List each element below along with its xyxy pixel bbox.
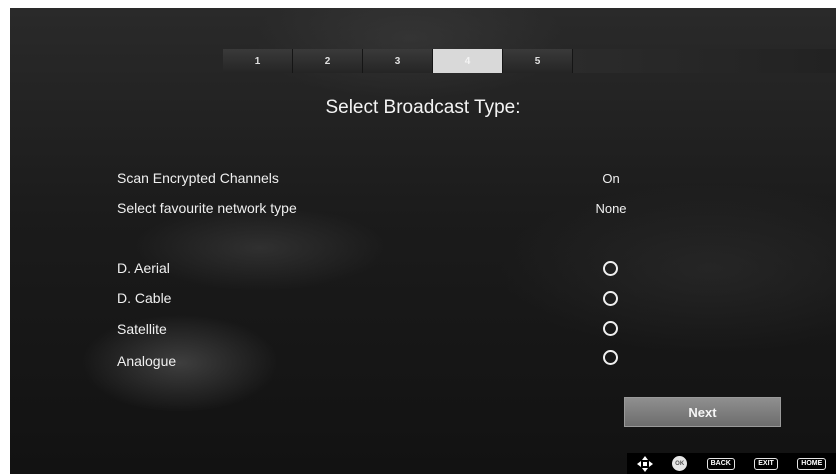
broadcast-option-aerial-label[interactable]: D. Aerial: [117, 260, 170, 276]
dpad-icon: [636, 455, 653, 472]
scan-encrypted-label[interactable]: Scan Encrypted Channels: [117, 170, 279, 186]
page-title: Select Broadcast Type:: [325, 97, 521, 118]
step-4-active: 4: [433, 49, 503, 73]
ok-icon: OK: [672, 456, 688, 471]
broadcast-option-satellite-radio[interactable]: [603, 321, 618, 336]
step-1: 1: [223, 49, 293, 73]
broadcast-option-analogue-radio[interactable]: [603, 350, 618, 365]
home-key-hint: HOME: [797, 457, 827, 470]
remote-hint-bar: OK BACK EXIT HOME: [627, 453, 836, 474]
broadcast-option-cable-radio[interactable]: [603, 291, 618, 306]
broadcast-option-analogue-label[interactable]: Analogue: [117, 353, 176, 369]
scan-encrypted-value[interactable]: On: [570, 171, 652, 186]
favourite-network-value[interactable]: None: [570, 201, 652, 216]
setup-step-indicator: 1 2 3 4 5: [223, 49, 573, 73]
broadcast-option-aerial-radio[interactable]: [603, 261, 618, 276]
step-3: 3: [363, 49, 433, 73]
next-button[interactable]: Next: [624, 397, 781, 427]
exit-key-hint: EXIT: [754, 457, 778, 470]
step-5: 5: [503, 49, 573, 73]
favourite-network-label[interactable]: Select favourite network type: [117, 200, 297, 216]
broadcast-option-cable-label[interactable]: D. Cable: [117, 290, 171, 306]
step-2: 2: [293, 49, 363, 73]
step-indicator-track: [573, 49, 836, 73]
tv-setup-screen: 1 2 3 4 5 Select Broadcast Type: Scan En…: [10, 8, 836, 474]
broadcast-option-satellite-label[interactable]: Satellite: [117, 321, 167, 337]
back-key-hint: BACK: [706, 457, 735, 470]
